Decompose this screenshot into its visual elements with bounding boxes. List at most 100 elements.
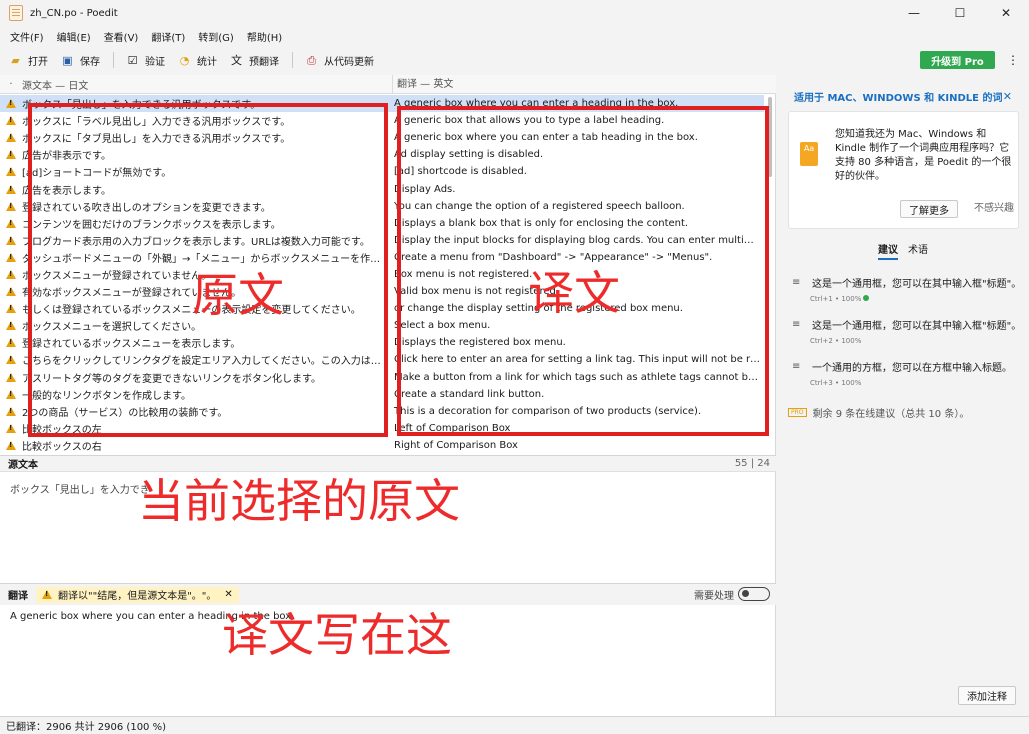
toolbar-divider [292,52,293,68]
poedit-app-icon [9,5,23,21]
suggestion-item[interactable]: ≡ 这是一个通用框，您可以在其中输入框"标题"。 Ctrl+1 • 100% [792,275,1022,303]
warning-cell [0,150,22,160]
promo-title: 适用于 MAC、WINDOWS 和 KINDLE 的词 [794,93,1003,104]
suggestion-meta: Ctrl+1 • 100% [810,295,862,303]
current-source-annotation: 当前选择的原文 [138,474,460,528]
warning-cell [0,201,22,211]
update-from-code-button[interactable]: ⎙ 从代码更新 [305,53,374,68]
warning-icon [6,218,16,228]
warning-icon [6,184,16,194]
warning-cell [0,440,22,450]
warning-icon [6,321,16,331]
menu-goto[interactable]: 转到(G) [198,29,234,44]
translation-annotation-label: 译文 [528,266,620,320]
warning-cell [0,116,22,126]
stats-button[interactable]: ◔ 统计 [178,53,217,68]
warning-cell [0,355,22,365]
menu-view[interactable]: 查看(V) [104,29,139,44]
pretranslate-label: 预翻译 [249,56,279,68]
tab-suggestions[interactable]: 建议 [878,241,898,260]
pretranslate-button[interactable]: 文 预翻译 [230,53,279,68]
suggestion-text: 这是一个通用框，您可以在其中输入框"标题"。 [812,279,1022,290]
save-label: 保存 [80,56,100,68]
warning-cell [0,338,22,348]
warning-cell [0,406,22,416]
translation-pane-label: 翻译 [8,591,28,602]
more-menu-icon[interactable]: ⋮ [1005,52,1021,68]
save-icon: ▣ [62,53,73,67]
validate-label: 验证 [145,56,165,68]
close-promo-icon[interactable]: ✕ [1003,90,1012,103]
warning-icon [6,150,16,160]
save-button[interactable]: ▣ 保存 [61,53,100,68]
stats-label: 统计 [197,56,217,68]
add-comment-button[interactable]: 添加注释 [958,686,1016,705]
warning-cell [0,389,22,399]
needs-work-toggle[interactable] [738,587,770,601]
source-pane-label: 源文本 [8,460,38,471]
not-interested-button[interactable]: 不感兴趣 [974,200,1014,218]
validation-warning: 翻译以""结尾，但是源文本是"。"。 ✕ [36,586,239,603]
pro-note-text: 剩余 9 条在线建议（总共 10 条）。 [812,409,970,420]
warning-cell [0,235,22,245]
database-icon: ≡ [792,361,801,372]
warning-cell [0,133,22,143]
suggestion-item[interactable]: ≡ 一个通用的方框，您可以在方框中输入标题。 Ctrl+3 • 100% [792,359,1022,387]
warning-cell [0,167,22,177]
warning-cell [0,287,22,297]
open-label: 打开 [28,56,48,68]
translation-cell: Right of Comparison Box [394,439,518,451]
list-header: · 源文本 — 日文 翻译 — 英文 [0,74,776,94]
warning-icon [6,99,16,109]
status-text: 已翻译：2906 共计 2906 (100 %) [6,722,167,733]
dismiss-warning-icon[interactable]: ✕ [224,589,232,600]
warning-cell [0,304,22,314]
warning-cell [0,423,22,433]
upgrade-pro-button[interactable]: 升级到 Pro [920,51,995,69]
database-icon: ≡ [792,277,801,288]
char-counter: 55 | 24 [734,458,770,469]
menu-bar: 文件(F) 编辑(E) 查看(V) 翻译(T) 转到(G) 帮助(H) [0,26,1029,46]
close-button[interactable]: ✕ [983,0,1029,26]
tab-terms[interactable]: 术语 [908,241,928,260]
pie-chart-icon: ◔ [179,53,190,67]
warning-icon [6,235,16,245]
menu-file[interactable]: 文件(F) [10,29,44,44]
warning-cell [0,99,22,109]
warning-cell [0,218,22,228]
warning-cell [0,372,22,382]
table-row[interactable]: 比較ボックスの右 Right of Comparison Box [0,437,764,454]
warning-icon [6,252,16,262]
needs-work-label: 需要处理 [694,591,734,602]
maximize-button[interactable]: ☐ [937,0,983,26]
translation-pane-header: 翻译 翻译以""结尾，但是源文本是"。"。 ✕ 需要处理 [0,583,776,605]
warning-icon [6,269,16,279]
translation-column-header[interactable]: 翻译 — 英文 [392,74,453,94]
minimize-button[interactable]: — [891,0,937,26]
status-column-header[interactable]: · [0,79,22,90]
suggestion-meta: Ctrl+3 • 100% [810,379,862,387]
warning-icon [42,590,52,599]
suggestion-item[interactable]: ≡ 这是一个通用框，您可以在其中输入框"标题"。 Ctrl+2 • 100% [792,317,1022,345]
source-column-header[interactable]: 源文本 — 日文 [22,77,392,92]
menu-edit[interactable]: 编辑(E) [57,29,91,44]
match-check-icon [863,295,870,301]
toolbar-divider [113,52,114,68]
suggestion-text: 一个通用的方框，您可以在方框中输入标题。 [812,363,1012,374]
warning-icon [6,355,16,365]
warning-icon [6,440,16,450]
translate-icon: 文 [231,53,242,67]
promo-text: 您知道我还为 Mac、Windows 和 Kindle 制作了一个词典应用程序吗… [835,129,1012,182]
warning-icon [6,287,16,297]
menu-translate[interactable]: 翻译(T) [151,29,185,44]
update-icon: ⎙ [307,53,316,67]
warning-text: 翻译以""结尾，但是源文本是"。"。 [58,591,217,602]
learn-more-button[interactable]: 了解更多 [900,200,958,218]
open-button[interactable]: ▰ 打开 [9,53,48,68]
validate-button[interactable]: ☑ 验证 [126,53,165,68]
warning-icon [6,116,16,126]
menu-help[interactable]: 帮助(H) [247,29,282,44]
warning-icon [6,201,16,211]
warning-cell [0,269,22,279]
promo-header: 适用于 MAC、WINDOWS 和 KINDLE 的词 ✕ [778,89,1018,104]
